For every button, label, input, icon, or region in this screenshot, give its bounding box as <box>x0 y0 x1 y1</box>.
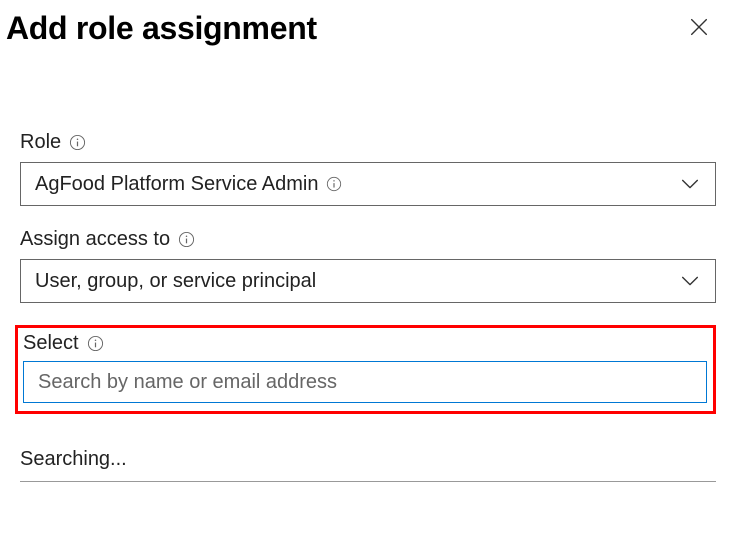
form-body: Role AgFood Platform Service Admin <box>0 107 736 414</box>
add-role-assignment-panel: Add role assignment Role <box>0 0 736 482</box>
role-field-group: Role AgFood Platform Service Admin <box>20 131 716 206</box>
assign-to-dropdown-value: User, group, or service principal <box>35 270 316 293</box>
results-divider <box>20 481 716 482</box>
info-icon[interactable] <box>326 176 342 192</box>
results-section: Searching... <box>0 448 736 482</box>
role-value-text: AgFood Platform Service Admin <box>35 173 318 196</box>
info-icon[interactable] <box>178 231 195 248</box>
role-dropdown[interactable]: AgFood Platform Service Admin <box>20 162 716 206</box>
assign-to-dropdown[interactable]: User, group, or service principal <box>20 259 716 303</box>
close-button[interactable] <box>682 10 716 47</box>
role-label-row: Role <box>20 131 716 154</box>
assign-to-label: Assign access to <box>20 228 170 251</box>
chevron-down-icon <box>679 173 701 195</box>
select-label-row: Select <box>23 332 707 355</box>
assign-to-label-row: Assign access to <box>20 228 716 251</box>
info-icon[interactable] <box>69 134 86 151</box>
info-icon[interactable] <box>87 335 104 352</box>
role-label: Role <box>20 131 61 154</box>
select-label: Select <box>23 332 79 355</box>
panel-header: Add role assignment <box>0 0 736 47</box>
select-field-highlight: Select <box>15 325 716 414</box>
role-dropdown-value: AgFood Platform Service Admin <box>35 173 342 196</box>
panel-title: Add role assignment <box>6 10 317 47</box>
select-search-input[interactable] <box>23 361 707 403</box>
close-icon <box>688 16 710 41</box>
chevron-down-icon <box>679 270 701 292</box>
searching-status: Searching... <box>20 448 716 481</box>
assign-to-field-group: Assign access to User, group, or service… <box>20 228 716 303</box>
